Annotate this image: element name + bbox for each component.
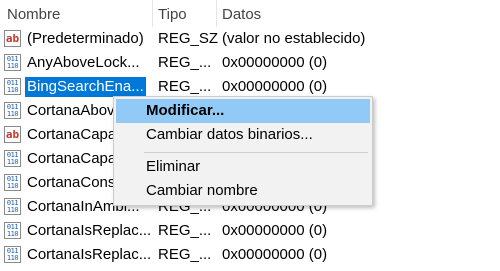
menu-item-rename[interactable]: Cambiar nombre	[116, 179, 370, 203]
value-data: 0x00000000 (0)	[222, 222, 328, 239]
value-name: CortanaCapa	[27, 150, 117, 167]
value-name: (Predeterminado)	[27, 30, 144, 47]
registry-value-row[interactable]: ab (Predeterminado) REG_SZ (valor no establ…	[0, 27, 500, 51]
value-name: CortanaAbov	[27, 102, 115, 119]
column-header-data[interactable]: Datos	[222, 6, 261, 23]
registry-value-row[interactable]: 011 110 AnyAboveLock... REG_... 0x00000000 (…	[0, 51, 500, 75]
column-header: Nombre Tipo Datos	[0, 0, 500, 27]
string-value-icon: ab	[4, 30, 21, 47]
menu-item-modify-binary[interactable]: Cambiar datos binarios...	[116, 123, 370, 147]
menu-item-delete[interactable]: Eliminar	[116, 155, 370, 179]
column-header-name[interactable]: Nombre	[7, 6, 60, 23]
column-header-type[interactable]: Tipo	[158, 6, 187, 23]
value-data: 0x00000000 (0)	[222, 246, 328, 263]
value-type: REG_...	[158, 246, 212, 263]
column-divider[interactable]	[216, 0, 217, 27]
binary-value-icon: 011 110	[4, 198, 21, 215]
value-type: REG_...	[158, 54, 212, 71]
value-type: REG_SZ	[158, 30, 219, 47]
binary-value-icon: 011 110	[4, 246, 21, 263]
value-type: REG_...	[158, 78, 212, 95]
value-data: (valor no establecido)	[222, 30, 366, 47]
value-name: CortanaIsReplac...	[27, 246, 152, 263]
menu-item-modify[interactable]: Modificar...	[116, 99, 370, 123]
value-name: AnyAboveLock...	[27, 54, 140, 71]
string-value-icon: ab	[4, 126, 21, 143]
binary-value-icon: 011 110	[4, 54, 21, 71]
column-divider[interactable]	[152, 0, 153, 27]
context-menu: Modificar... Cambiar datos binarios... E…	[113, 96, 373, 206]
value-data: 0x00000000 (0)	[222, 54, 328, 71]
binary-value-icon: 011 110	[4, 102, 21, 119]
binary-value-icon: 011 110	[4, 150, 21, 167]
value-name: CortanaCons	[27, 174, 116, 191]
value-type: REG_...	[158, 222, 212, 239]
value-name: CortanaIsReplac...	[27, 222, 152, 239]
menu-separator	[144, 152, 368, 153]
value-name: BingSearchEna...	[25, 77, 146, 97]
binary-value-icon: 011 110	[4, 222, 21, 239]
registry-value-row[interactable]: 011 110 CortanaIsReplac... REG_... 0x0000000…	[0, 219, 500, 243]
binary-value-icon: 011 110	[4, 174, 21, 191]
binary-value-icon: 011 110	[4, 78, 21, 95]
value-name: CortanaCapa	[27, 126, 117, 143]
value-data: 0x00000000 (0)	[222, 78, 328, 95]
registry-value-row[interactable]: 011 110 CortanaIsReplac... REG_... 0x0000000…	[0, 243, 500, 267]
